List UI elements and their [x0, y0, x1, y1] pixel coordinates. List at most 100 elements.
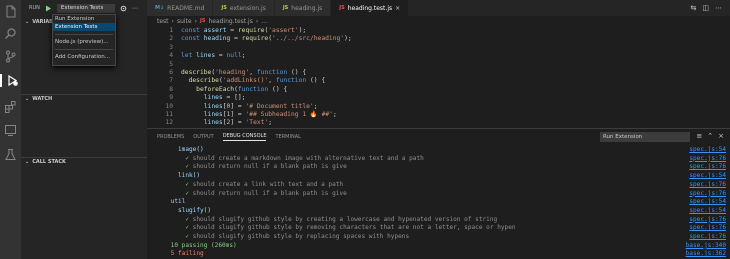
tab-debug-console[interactable]: DEBUG CONSOLE — [222, 133, 267, 141]
run-title: RUN — [29, 5, 40, 11]
source-link[interactable]: base.js:362 — [686, 250, 726, 259]
tab-problems[interactable]: PROBLEMS — [157, 134, 184, 140]
console-line: link() spec.js:54 — [147, 172, 730, 181]
tab-heading-js[interactable]: JS heading.js — [274, 0, 332, 16]
run-debug-tab[interactable] — [0, 74, 21, 87]
code-editor[interactable]: 1 const assert = require('assert'); 2 const… — [147, 26, 730, 128]
explorer-icon[interactable] — [4, 5, 17, 18]
maximize-panel-icon[interactable]: ⌃ — [707, 132, 713, 140]
dropdown-item-extension-tests[interactable]: Extension Tests — [53, 23, 115, 31]
console-text: 5 failing — [170, 250, 204, 258]
source-link[interactable]: base.js:340 — [686, 242, 726, 251]
js-icon: JS — [221, 5, 227, 11]
launch-config-select[interactable]: Extension Tests — [56, 3, 115, 13]
bottom-panel: PROBLEMS OUTPUT DEBUG CONSOLE TERMINAL R… — [147, 128, 730, 259]
chevron-down-icon: ⌄ — [25, 96, 30, 102]
console-line: 10 passing (260ms) base.js:340 — [147, 242, 730, 251]
breadcrumb-item[interactable]: suite — [177, 18, 192, 25]
tab-label: heading.test.js — [347, 4, 393, 12]
source-link[interactable]: spec.js:76 — [689, 216, 726, 225]
filter-icon[interactable]: ≡ — [696, 132, 702, 140]
call-stack-section-header[interactable]: ⌄ CALL STACK — [21, 157, 147, 167]
source-link[interactable]: spec.js:76 — [689, 163, 726, 172]
tab-extension-js[interactable]: JS extension.js — [213, 0, 275, 16]
source-link[interactable]: spec.js:54 — [689, 207, 726, 216]
tab-heading-test-js[interactable]: JS heading.test.js × — [331, 0, 410, 16]
source-control-icon[interactable] — [4, 50, 17, 63]
console-text: 10 passing (260ms) — [170, 241, 237, 249]
line-number[interactable]: 4 — [147, 52, 173, 60]
console-text: ✓ should return null if a blank path is … — [185, 189, 347, 197]
console-text: util — [170, 198, 186, 206]
console-line: ✓ should create a link with text and a p… — [147, 181, 730, 190]
line-number[interactable]: 11 — [147, 111, 173, 119]
source-link[interactable]: spec.js:76 — [689, 190, 726, 199]
dropdown-item-run-extension[interactable]: Run Extension — [53, 15, 115, 23]
tab-label: extension.js — [229, 4, 266, 12]
code-text: describe('addLinks()', function () { — [188, 77, 326, 85]
chevron-right-icon: › — [171, 17, 174, 25]
search-icon[interactable] — [4, 27, 17, 40]
breadcrumb-item[interactable]: test — [157, 18, 169, 25]
console-line: ✓ should slugify github style by creatin… — [147, 216, 730, 225]
tab-label: README.md — [167, 4, 205, 12]
line-number[interactable]: 7 — [147, 77, 173, 85]
extensions-icon[interactable] — [4, 100, 17, 113]
close-icon[interactable]: × — [718, 132, 724, 140]
editor-tabs: M↓ README.md JS extension.js JS heading.… — [147, 0, 730, 16]
gear-icon[interactable] — [120, 5, 127, 12]
panel-actions: ≡ ⌃ × — [696, 132, 724, 140]
console-text: slugify() — [178, 206, 212, 214]
testing-icon[interactable] — [4, 148, 17, 161]
console-line: ✓ should return null if a blank path is … — [147, 163, 730, 172]
console-line: ✓ should slugify github style by replaci… — [147, 233, 730, 242]
console-text: link() — [178, 172, 201, 180]
console-text: ✓ should slugify github style by replaci… — [185, 233, 410, 240]
console-text: image() — [178, 146, 204, 153]
split-editor-icon[interactable]: ◫ — [702, 4, 709, 12]
source-link[interactable]: spec.js:76 — [689, 224, 726, 233]
tab-terminal[interactable]: TERMINAL — [275, 134, 300, 140]
dropdown-item-add-configuration[interactable]: Add Configuration... — [53, 53, 115, 61]
line-number[interactable]: 2 — [147, 35, 173, 43]
dropdown-separator — [55, 49, 113, 50]
source-link[interactable]: spec.js:54 — [689, 198, 726, 207]
remote-explorer-icon[interactable] — [4, 124, 17, 137]
breadcrumb: test › suite › JS heading.test.js › ... — [157, 16, 267, 26]
debug-session-select[interactable]: Run Extension — [600, 132, 690, 142]
breadcrumb-item[interactable]: heading.test.js — [208, 18, 252, 25]
line-number[interactable]: 6 — [147, 69, 173, 77]
run-debug-icon — [8, 74, 18, 87]
tab-output[interactable]: OUTPUT — [193, 134, 213, 140]
line-number[interactable]: 1 — [147, 27, 173, 35]
open-changes-icon[interactable]: ⇆ — [691, 4, 697, 12]
start-debugging-icon[interactable] — [45, 5, 52, 12]
line-number[interactable]: 3 — [147, 44, 173, 52]
more-icon[interactable]: ⋯ — [132, 5, 139, 12]
tab-readme[interactable]: M↓ README.md — [147, 0, 214, 16]
breadcrumb-item[interactable]: ... — [261, 18, 267, 25]
js-test-icon: JS — [339, 5, 345, 11]
console-line: ✓ should return null if a blank path is … — [147, 190, 730, 199]
line-number[interactable]: 12 — [147, 119, 173, 127]
close-icon[interactable]: × — [395, 5, 400, 12]
line-number[interactable]: 10 — [147, 103, 173, 111]
dropdown-item-nodejs[interactable]: Node.js (preview)... — [53, 38, 115, 46]
editor-actions: ⇆ ◫ ⋯ — [691, 0, 730, 16]
code-text: beforeEach(function () { — [196, 85, 288, 93]
watch-section-header[interactable]: ⌄ WATCH — [21, 94, 147, 104]
more-actions-icon[interactable]: ⋯ — [715, 4, 722, 12]
line-number[interactable]: 8 — [147, 86, 173, 94]
line-number[interactable]: 9 — [147, 94, 173, 102]
source-link[interactable]: spec.js:76 — [689, 181, 726, 190]
code-text: let lines = null; — [181, 52, 246, 60]
source-link[interactable]: spec.js:54 — [689, 146, 726, 155]
source-link[interactable]: spec.js:54 — [689, 172, 726, 181]
line-number[interactable]: 5 — [147, 61, 173, 69]
code-text: lines[1] = '## Subheading 1 🔥 ##'; — [203, 111, 337, 118]
source-link[interactable]: spec.js:76 — [689, 155, 726, 164]
source-link[interactable]: spec.js:76 — [689, 233, 726, 242]
console-line: ✓ should slugify github style by removin… — [147, 224, 730, 233]
console-text: ✓ should create a markdown image with al… — [185, 154, 424, 162]
console-line: image() spec.js:54 — [147, 146, 730, 155]
